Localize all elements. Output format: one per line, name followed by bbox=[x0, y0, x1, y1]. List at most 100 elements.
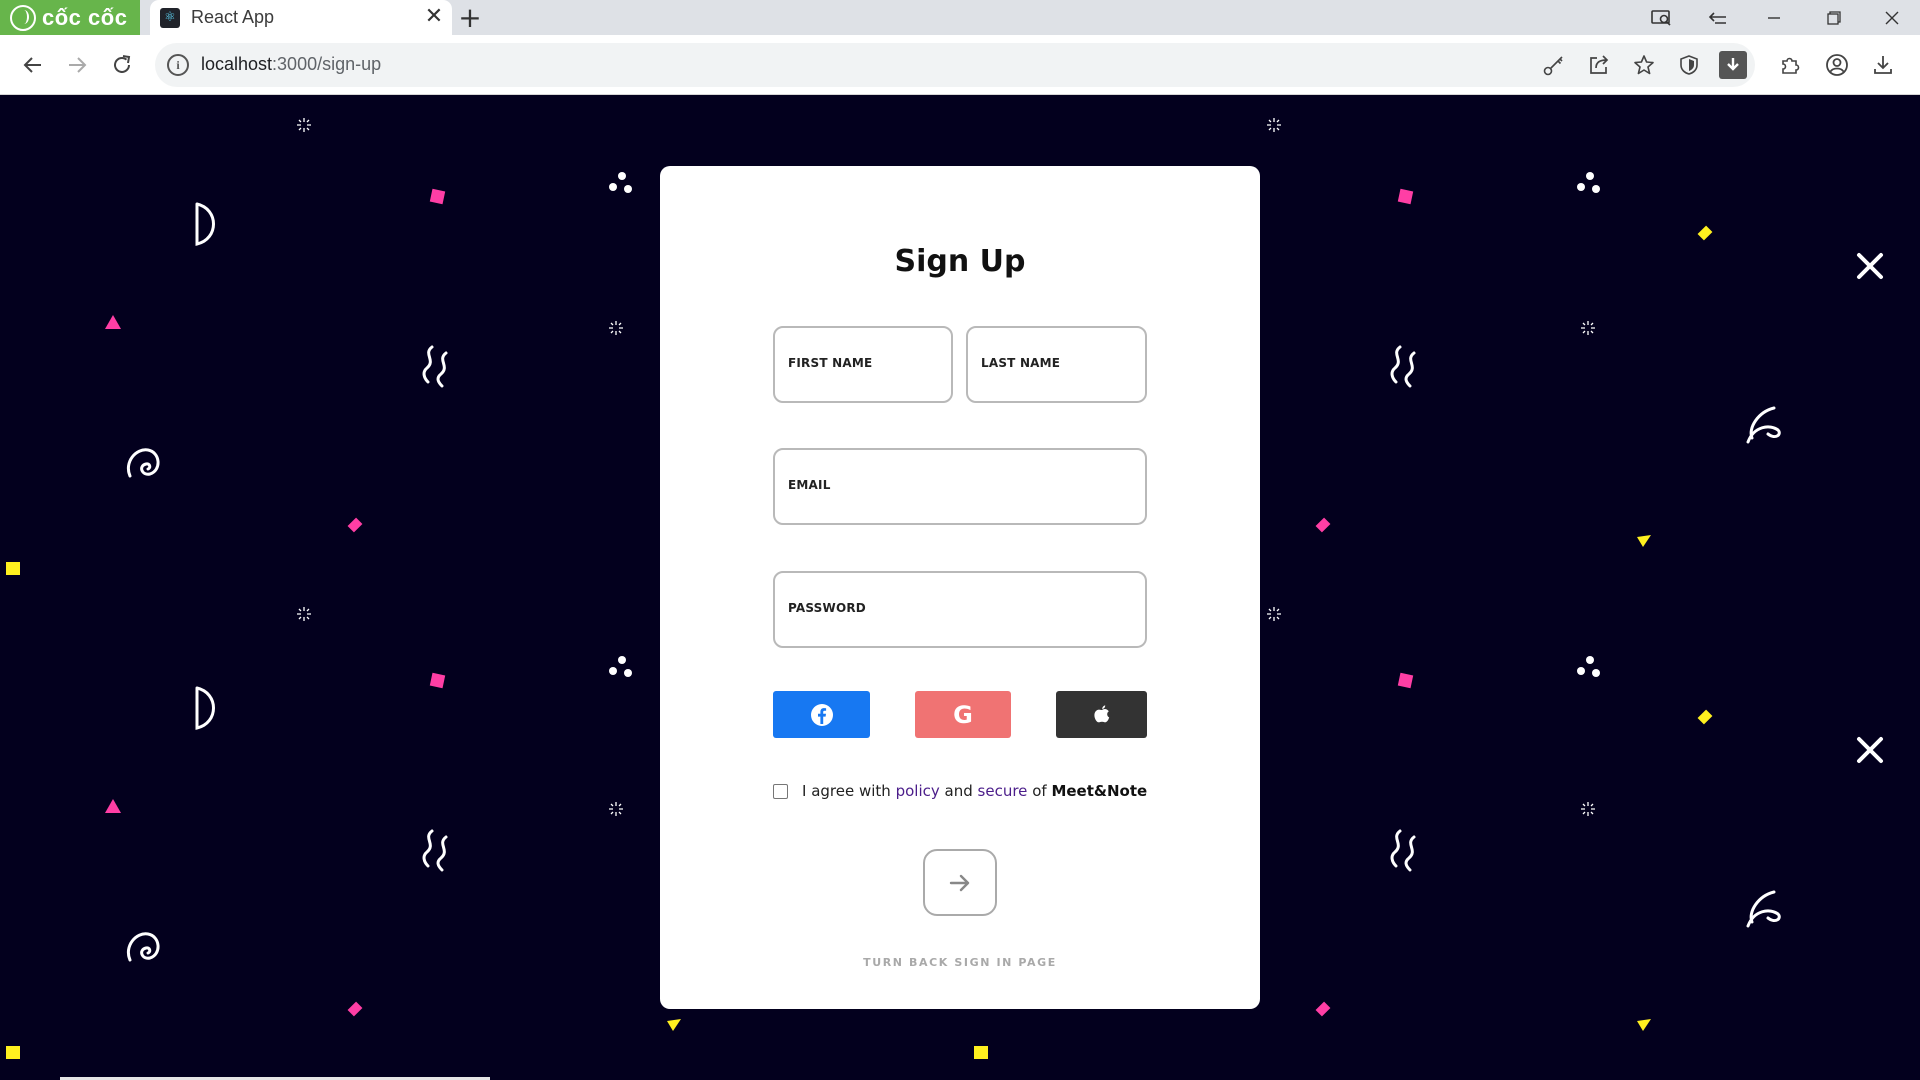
shield-button[interactable] bbox=[1673, 49, 1705, 81]
submit-signup-button[interactable] bbox=[923, 849, 997, 916]
browser-brand[interactable]: cốc cốc bbox=[0, 0, 140, 35]
email-field[interactable]: EMAIL bbox=[773, 448, 1147, 525]
tab-back-button[interactable] bbox=[1690, 0, 1746, 35]
address-bar[interactable]: i localhost:3000/sign-up bbox=[155, 43, 1755, 87]
back-button[interactable] bbox=[17, 49, 49, 81]
yellow-diamond-shape bbox=[1697, 225, 1713, 241]
apple-icon bbox=[1093, 704, 1109, 722]
sparkle-icon bbox=[1581, 321, 1595, 335]
reload-icon bbox=[114, 55, 131, 73]
secure-link[interactable]: secure bbox=[978, 782, 1028, 800]
browser-tab-active[interactable]: ⚛ React App ✕ bbox=[150, 0, 452, 35]
arrow-right-icon bbox=[949, 874, 970, 891]
forward-button[interactable] bbox=[61, 49, 93, 81]
bookmark-button[interactable] bbox=[1628, 49, 1660, 81]
pink-diamond-shape bbox=[1315, 517, 1331, 533]
pink-diamond-shape bbox=[347, 517, 363, 533]
password-key-button[interactable] bbox=[1538, 49, 1570, 81]
coccoc-logo-icon bbox=[10, 4, 36, 31]
pink-triangle-shape bbox=[105, 315, 121, 329]
three-dots-icon bbox=[1577, 172, 1600, 193]
tab-close-icon[interactable]: ✕ bbox=[422, 5, 446, 29]
yellow-diamond-shape bbox=[1697, 709, 1713, 725]
cross-icon bbox=[1857, 737, 1883, 763]
yellow-square-shape bbox=[974, 1046, 988, 1059]
minimize-button[interactable] bbox=[1746, 0, 1802, 35]
download-icon bbox=[1874, 56, 1892, 74]
sparkle-icon bbox=[1267, 607, 1281, 621]
pink-square-shape bbox=[429, 188, 446, 205]
half-moon-squiggle-icon bbox=[195, 202, 215, 246]
terms-text-part2: and bbox=[944, 782, 973, 800]
puzzle-icon bbox=[1782, 57, 1800, 74]
extensions-button[interactable] bbox=[1774, 49, 1806, 81]
sparkle-icon bbox=[1267, 118, 1281, 132]
account-icon bbox=[1826, 54, 1848, 76]
google-signup-button[interactable]: G bbox=[915, 691, 1011, 738]
minimize-icon bbox=[1768, 16, 1780, 19]
pink-triangle-shape bbox=[105, 799, 121, 813]
address-url: localhost:3000/sign-up bbox=[201, 54, 381, 75]
double-squiggle-icon bbox=[422, 345, 448, 388]
pink-square-shape bbox=[1397, 672, 1414, 689]
arrow-left-icon bbox=[23, 57, 41, 73]
browser-toolbar: i localhost:3000/sign-up bbox=[0, 35, 1920, 95]
sparkle-icon bbox=[297, 118, 311, 132]
policy-link[interactable]: policy bbox=[896, 782, 940, 800]
half-moon-squiggle-icon bbox=[195, 686, 215, 730]
tab-title: React App bbox=[191, 7, 275, 27]
first-name-label: FIRST NAME bbox=[788, 356, 873, 370]
pink-diamond-shape bbox=[1315, 1001, 1331, 1017]
email-label: EMAIL bbox=[788, 478, 831, 492]
password-label: PASSWORD bbox=[788, 601, 866, 615]
first-name-field[interactable]: FIRST NAME bbox=[773, 326, 953, 403]
yellow-triangle-shape bbox=[1637, 535, 1651, 547]
key-icon bbox=[1543, 56, 1563, 76]
brand-name: Meet&Note bbox=[1051, 782, 1148, 800]
media-download-button[interactable] bbox=[1719, 51, 1747, 79]
three-dots-icon bbox=[1577, 656, 1600, 677]
star-icon bbox=[1634, 55, 1654, 75]
react-favicon-icon: ⚛ bbox=[160, 7, 180, 28]
address-url-host: localhost bbox=[201, 54, 273, 74]
facebook-signup-button[interactable] bbox=[773, 691, 870, 738]
terms-checkbox[interactable] bbox=[773, 783, 788, 799]
share-icon bbox=[1590, 55, 1609, 74]
new-tab-button[interactable]: + bbox=[455, 3, 485, 33]
profile-button[interactable] bbox=[1821, 49, 1853, 81]
signup-card: Sign Up FIRST NAME LAST NAME EMAIL PASSW… bbox=[660, 166, 1260, 1009]
reload-button[interactable] bbox=[106, 49, 138, 81]
share-button[interactable] bbox=[1583, 49, 1615, 81]
terms-agree-row: I agree with policy and secure of Meet&N… bbox=[773, 781, 1193, 801]
close-icon bbox=[1885, 11, 1899, 24]
sparkle-icon bbox=[1581, 802, 1595, 816]
sparkle-icon bbox=[609, 802, 623, 816]
loop-squiggle-icon bbox=[1746, 890, 1781, 928]
downloads-button[interactable] bbox=[1867, 49, 1899, 81]
three-dots-icon bbox=[609, 656, 632, 677]
page-title: Sign Up bbox=[894, 244, 1026, 279]
cross-icon bbox=[1857, 253, 1883, 279]
apple-signup-button[interactable] bbox=[1056, 691, 1147, 738]
yellow-square-shape bbox=[6, 562, 20, 575]
restore-icon bbox=[1827, 10, 1841, 25]
shield-icon bbox=[1680, 55, 1698, 75]
last-name-label: LAST NAME bbox=[981, 356, 1061, 370]
restore-button[interactable] bbox=[1806, 0, 1862, 35]
back-to-signin-link[interactable]: TURN BACK SIGN IN PAGE bbox=[660, 956, 1260, 969]
password-field[interactable]: PASSWORD bbox=[773, 571, 1147, 648]
sparkle-icon bbox=[297, 607, 311, 621]
site-info-icon[interactable]: i bbox=[167, 54, 189, 76]
double-squiggle-icon bbox=[422, 829, 448, 872]
tab-search-icon bbox=[1651, 9, 1671, 26]
close-window-button[interactable] bbox=[1864, 0, 1920, 35]
download-arrow-icon bbox=[1727, 58, 1739, 71]
terms-text-part3: of bbox=[1032, 782, 1047, 800]
last-name-field[interactable]: LAST NAME bbox=[966, 326, 1147, 403]
yellow-square-shape bbox=[6, 1046, 20, 1059]
browser-brand-name: cốc cốc bbox=[42, 4, 128, 30]
double-squiggle-icon bbox=[1390, 829, 1416, 872]
sparkle-icon bbox=[609, 321, 623, 335]
terms-text-part1: I agree with bbox=[802, 782, 891, 800]
tab-search-button[interactable] bbox=[1634, 0, 1690, 35]
